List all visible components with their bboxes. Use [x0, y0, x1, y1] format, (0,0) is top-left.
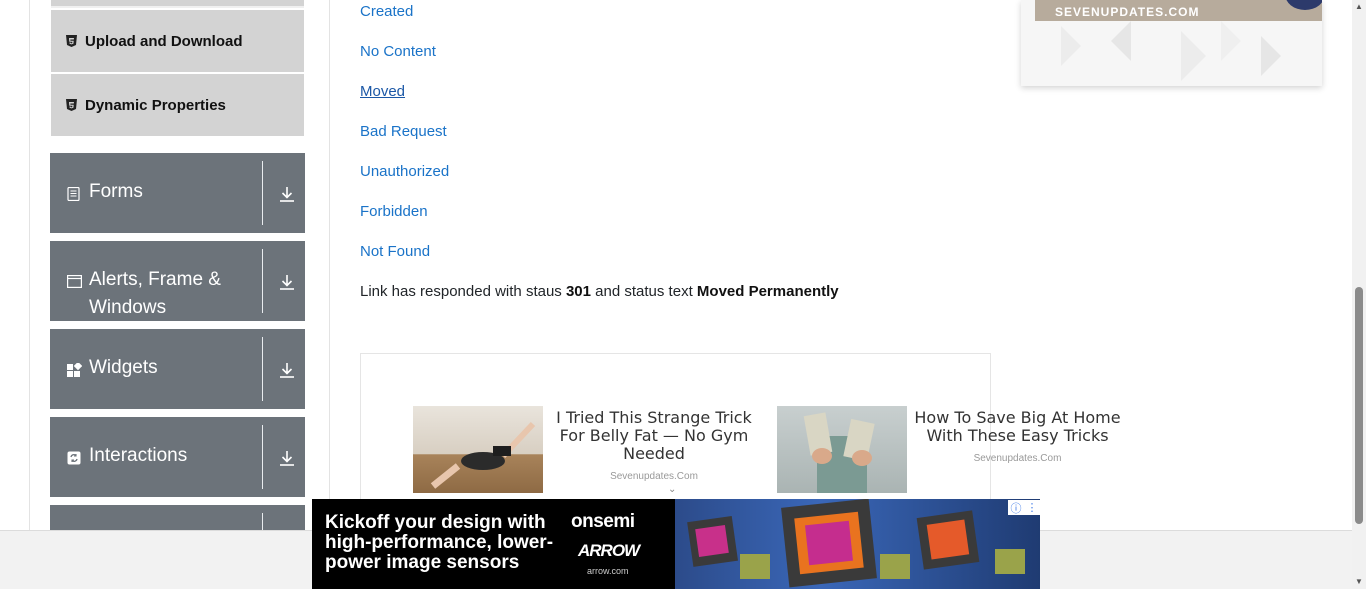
ad-card-title[interactable]: How To Save Big At Home With These Easy …: [910, 409, 1125, 445]
link-created[interactable]: Created: [360, 3, 413, 20]
divider: [262, 425, 263, 489]
sidebar-group-partial[interactable]: [50, 505, 305, 530]
sidebar-item-label: Dynamic Properties: [85, 96, 226, 114]
divider: [262, 337, 263, 401]
ad-card-title[interactable]: I Tried This Strange Trick For Belly Fat…: [550, 409, 758, 463]
scroll-down-arrow-icon[interactable]: ▼: [1355, 577, 1363, 586]
interactions-icon: [67, 451, 82, 466]
scrollbar-thumb[interactable]: [1355, 287, 1363, 524]
more-options-icon[interactable]: ⋮: [1027, 501, 1038, 514]
ad-card-image[interactable]: [777, 406, 907, 493]
link-bad-request[interactable]: Bad Request: [360, 123, 447, 140]
info-icon[interactable]: ⓘ: [1011, 500, 1022, 516]
widgets-icon: [67, 361, 83, 378]
sidebar-group-alerts-frame-windows[interactable]: Alerts, Frame & Windows: [50, 241, 305, 321]
response-status-code: 301: [565, 283, 591, 300]
ad-headline: Kickoff your design with high-performanc…: [325, 512, 554, 573]
sidebar-group-label: Forms: [89, 181, 143, 202]
sidebar-item-upload-download[interactable]: Upload and Download: [51, 10, 304, 72]
ad-info-icon[interactable]: ⓘ ⋮: [1008, 500, 1040, 515]
ad-card-image[interactable]: [413, 406, 543, 493]
ad-banner-text: SEVENUPDATES.COM: [1035, 0, 1322, 21]
sidebar-group-forms[interactable]: Forms: [50, 153, 305, 233]
download-icon[interactable]: [278, 361, 296, 379]
download-icon[interactable]: [278, 273, 296, 291]
forms-icon: [67, 186, 82, 202]
ad-card-source: Sevenupdates.Com: [973, 453, 1062, 464]
response-middle: and status text: [595, 283, 693, 300]
sidebar-group-label: Interactions: [89, 445, 188, 466]
divider: [262, 161, 263, 225]
sidebar-group-interactions[interactable]: Interactions: [50, 417, 305, 497]
scroll-up-arrow-icon[interactable]: ▲: [1355, 2, 1363, 11]
sidebar-item-label: Upload and Download: [85, 32, 243, 50]
chevron-down-icon[interactable]: ⌄: [668, 484, 676, 495]
download-icon[interactable]: [278, 449, 296, 467]
link-no-content[interactable]: No Content: [360, 43, 436, 60]
sidebar-sub-item-partial[interactable]: [51, 0, 304, 8]
download-icon[interactable]: [278, 185, 296, 203]
ad-card-source: Sevenupdates.Com: [610, 471, 698, 482]
bottom-banner-ad[interactable]: Kickoff your design with high-performanc…: [312, 499, 1040, 589]
ad-brand-onsemi: onsemi: [571, 511, 635, 532]
top-right-ad[interactable]: SEVENUPDATES.COM: [1021, 0, 1322, 86]
page: Upload and Download Dynamic Properties F…: [0, 0, 1366, 589]
link-unauthorized[interactable]: Unauthorized: [360, 163, 449, 180]
sidebar-group-label: Alerts, Frame & Windows: [89, 269, 221, 318]
html5-icon: [65, 35, 77, 47]
divider: [262, 513, 263, 530]
sidebar-group-widgets[interactable]: Widgets: [50, 329, 305, 409]
html5-icon: [65, 99, 77, 111]
sidebar-divider-left: [29, 0, 30, 530]
ad-chip-image: [675, 499, 1040, 589]
ad-brand-url: arrow.com: [587, 566, 629, 576]
window-icon: [67, 275, 83, 290]
response-status-text: Moved Permanently: [696, 283, 839, 300]
link-response-message: Link has responded with staus 301 and st…: [360, 283, 839, 300]
sidebar-item-dynamic-properties[interactable]: Dynamic Properties: [51, 74, 304, 136]
divider: [262, 249, 263, 313]
link-forbidden[interactable]: Forbidden: [360, 203, 428, 220]
sidebar-divider-right: [329, 0, 330, 530]
sidebar-group-label: Widgets: [89, 357, 158, 378]
response-prefix: Link has responded with staus: [360, 283, 562, 300]
link-moved[interactable]: Moved: [360, 83, 405, 100]
ad-brand-arrow: ARROW: [578, 541, 640, 560]
link-not-found[interactable]: Not Found: [360, 243, 430, 260]
